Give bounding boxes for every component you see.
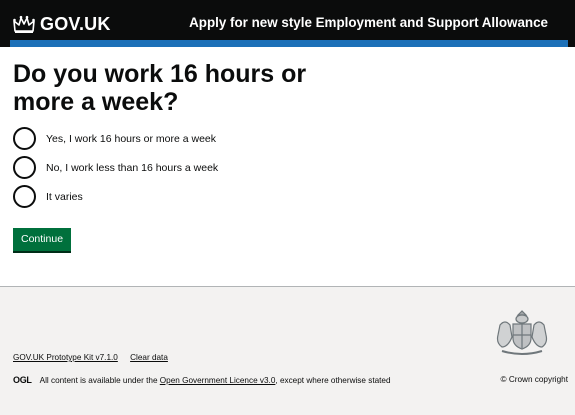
- continue-button[interactable]: Continue: [13, 228, 72, 251]
- crown-icon: [13, 15, 35, 33]
- logo-text: GOV.UK: [40, 13, 111, 34]
- radio-button-varies[interactable]: [13, 185, 36, 208]
- radio-option-varies[interactable]: It varies: [13, 182, 563, 211]
- licence-prefix: All content is available under the: [39, 375, 160, 385]
- radio-label-varies[interactable]: It varies: [46, 191, 83, 203]
- radio-button-yes[interactable]: [13, 127, 36, 150]
- govuk-logo-link[interactable]: GOV.UK: [13, 13, 111, 35]
- radio-option-no[interactable]: No, I work less than 16 hours a week: [13, 153, 563, 182]
- royal-coat-of-arms-icon: [496, 310, 548, 355]
- radio-button-no[interactable]: [13, 156, 36, 179]
- page-heading: Do you work 16 hours or more a week?: [13, 60, 307, 116]
- service-name-link[interactable]: Apply for new style Employment and Suppo…: [189, 15, 548, 30]
- govuk-header: GOV.UK Apply for new style Employment an…: [0, 0, 575, 47]
- crown-copyright-link[interactable]: © Crown copyright: [501, 375, 568, 384]
- prototype-kit-link[interactable]: GOV.UK Prototype Kit v7.1.0: [13, 353, 118, 362]
- radio-label-no[interactable]: No, I work less than 16 hours a week: [46, 162, 218, 174]
- open-government-licence-link[interactable]: Open Government Licence v3.0: [160, 376, 276, 385]
- licence-statement: OGL All content is available under the O…: [13, 375, 391, 385]
- govuk-footer: GOV.UK Prototype Kit v7.1.0 Clear data O…: [0, 286, 575, 415]
- clear-data-link[interactable]: Clear data: [130, 353, 168, 362]
- licence-suffix: , except where otherwise stated: [275, 375, 391, 385]
- radio-group: Yes, I work 16 hours or more a week No, …: [13, 124, 563, 211]
- footer-links: GOV.UK Prototype Kit v7.1.0 Clear data: [13, 353, 178, 362]
- main-content: Do you work 16 hours or more a week? Yes…: [13, 60, 563, 211]
- radio-option-yes[interactable]: Yes, I work 16 hours or more a week: [13, 124, 563, 153]
- ogl-logo-icon: OGL: [13, 375, 32, 385]
- radio-label-yes[interactable]: Yes, I work 16 hours or more a week: [46, 133, 216, 145]
- header-blue-stripe: [10, 40, 568, 47]
